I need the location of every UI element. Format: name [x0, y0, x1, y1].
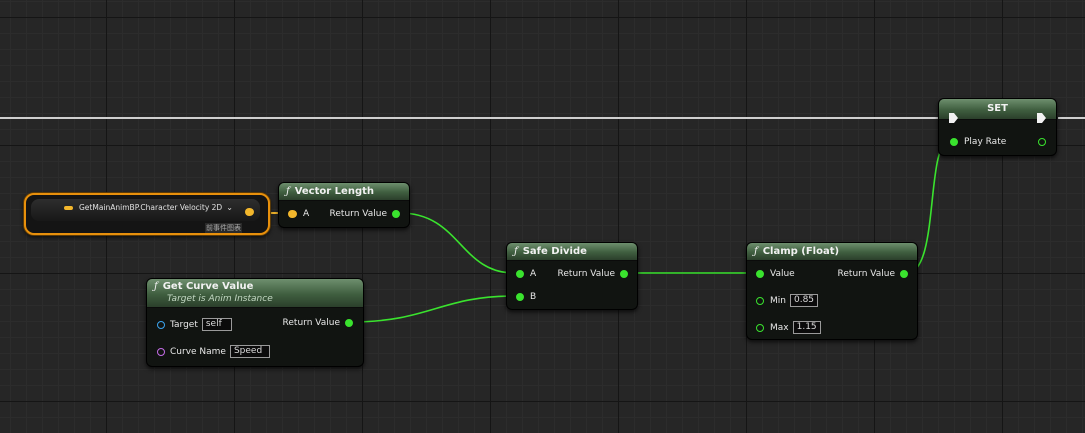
min-value-field[interactable]: 0.85: [789, 294, 819, 307]
value-input-pin[interactable]: [756, 270, 764, 278]
safe-divide-node[interactable]: ƒ Safe Divide A Return Value B: [506, 242, 638, 310]
wire-curve-to-divide-b[interactable]: [349, 295, 515, 323]
wire-length-to-divide-a[interactable]: [399, 212, 515, 274]
velocity-variable-node[interactable]: GetMainAnimBP.Character Velocity 2D ⌄ 前事…: [24, 193, 270, 235]
play-rate-output-pin[interactable]: [1038, 138, 1046, 146]
node-header: ƒ Safe Divide: [507, 243, 637, 261]
return-value-pin[interactable]: [900, 270, 908, 278]
exec-in-icon[interactable]: [949, 113, 958, 123]
pin-label-return: Return Value: [282, 318, 340, 328]
node-title: Clamp (Float): [762, 246, 840, 257]
node-title: Get Curve Value: [162, 281, 254, 292]
function-icon: ƒ: [154, 281, 158, 292]
variable-label: GetMainAnimBP.Character Velocity 2D: [79, 203, 223, 212]
function-icon: ƒ: [286, 186, 290, 197]
curve-name-input-pin[interactable]: [157, 347, 165, 356]
return-value-pin[interactable]: [345, 319, 353, 327]
set-play-rate-node[interactable]: SET Play Rate: [938, 98, 1057, 156]
return-value-pin[interactable]: [620, 270, 628, 278]
pin-label-return: Return Value: [329, 209, 387, 219]
vector-type-icon: [64, 205, 73, 210]
node-title: Safe Divide: [522, 246, 587, 257]
max-input-pin[interactable]: [756, 323, 764, 332]
curve-name-field[interactable]: Speed: [229, 345, 270, 358]
function-icon: ƒ: [754, 246, 758, 257]
get-curve-value-node[interactable]: ƒ Get Curve Value Target is Anim Instance …: [146, 278, 364, 367]
target-label: Target: [170, 319, 198, 330]
min-label: Min: [770, 295, 786, 306]
node-header: ƒ Get Curve Value Target is Anim Instance: [147, 279, 363, 308]
node-header: ƒ Vector Length: [279, 183, 409, 201]
node-title: Vector Length: [294, 186, 374, 197]
vector-length-node[interactable]: ƒ Vector Length A Return Value: [278, 182, 410, 228]
a-input-pin[interactable]: [516, 270, 524, 278]
vector-output-pin[interactable]: [245, 208, 254, 216]
pin-label-b: B: [530, 292, 537, 302]
target-input-pin[interactable]: [157, 320, 165, 329]
node-caption: 前事件图表: [205, 223, 242, 233]
node-subtitle: Target is Anim Instance: [167, 294, 273, 304]
vector-input-pin[interactable]: [288, 210, 297, 218]
pin-label-value: Value: [770, 269, 795, 279]
node-title: SET: [987, 103, 1008, 114]
target-value-field[interactable]: self: [201, 318, 232, 331]
play-rate-label: Play Rate: [964, 137, 1007, 147]
min-input-pin[interactable]: [756, 296, 764, 305]
b-input-pin[interactable]: [516, 293, 524, 301]
max-value-field[interactable]: 1.15: [792, 321, 821, 334]
function-icon: ƒ: [514, 246, 518, 257]
play-rate-input-pin[interactable]: [950, 138, 958, 146]
pin-label-a: A: [303, 209, 310, 219]
pin-label-return: Return Value: [557, 269, 615, 279]
curve-name-label: Curve Name: [170, 346, 226, 357]
pin-label-a: A: [530, 269, 537, 279]
max-label: Max: [770, 322, 789, 333]
return-value-pin[interactable]: [392, 210, 400, 218]
node-header: ƒ Clamp (Float): [747, 243, 917, 261]
pin-label-return: Return Value: [837, 269, 895, 279]
chevron-down-icon[interactable]: ⌄: [226, 203, 233, 212]
exec-out-icon[interactable]: [1037, 113, 1046, 123]
clamp-float-node[interactable]: ƒ Clamp (Float) Value Return Value Min 0.…: [746, 242, 918, 340]
